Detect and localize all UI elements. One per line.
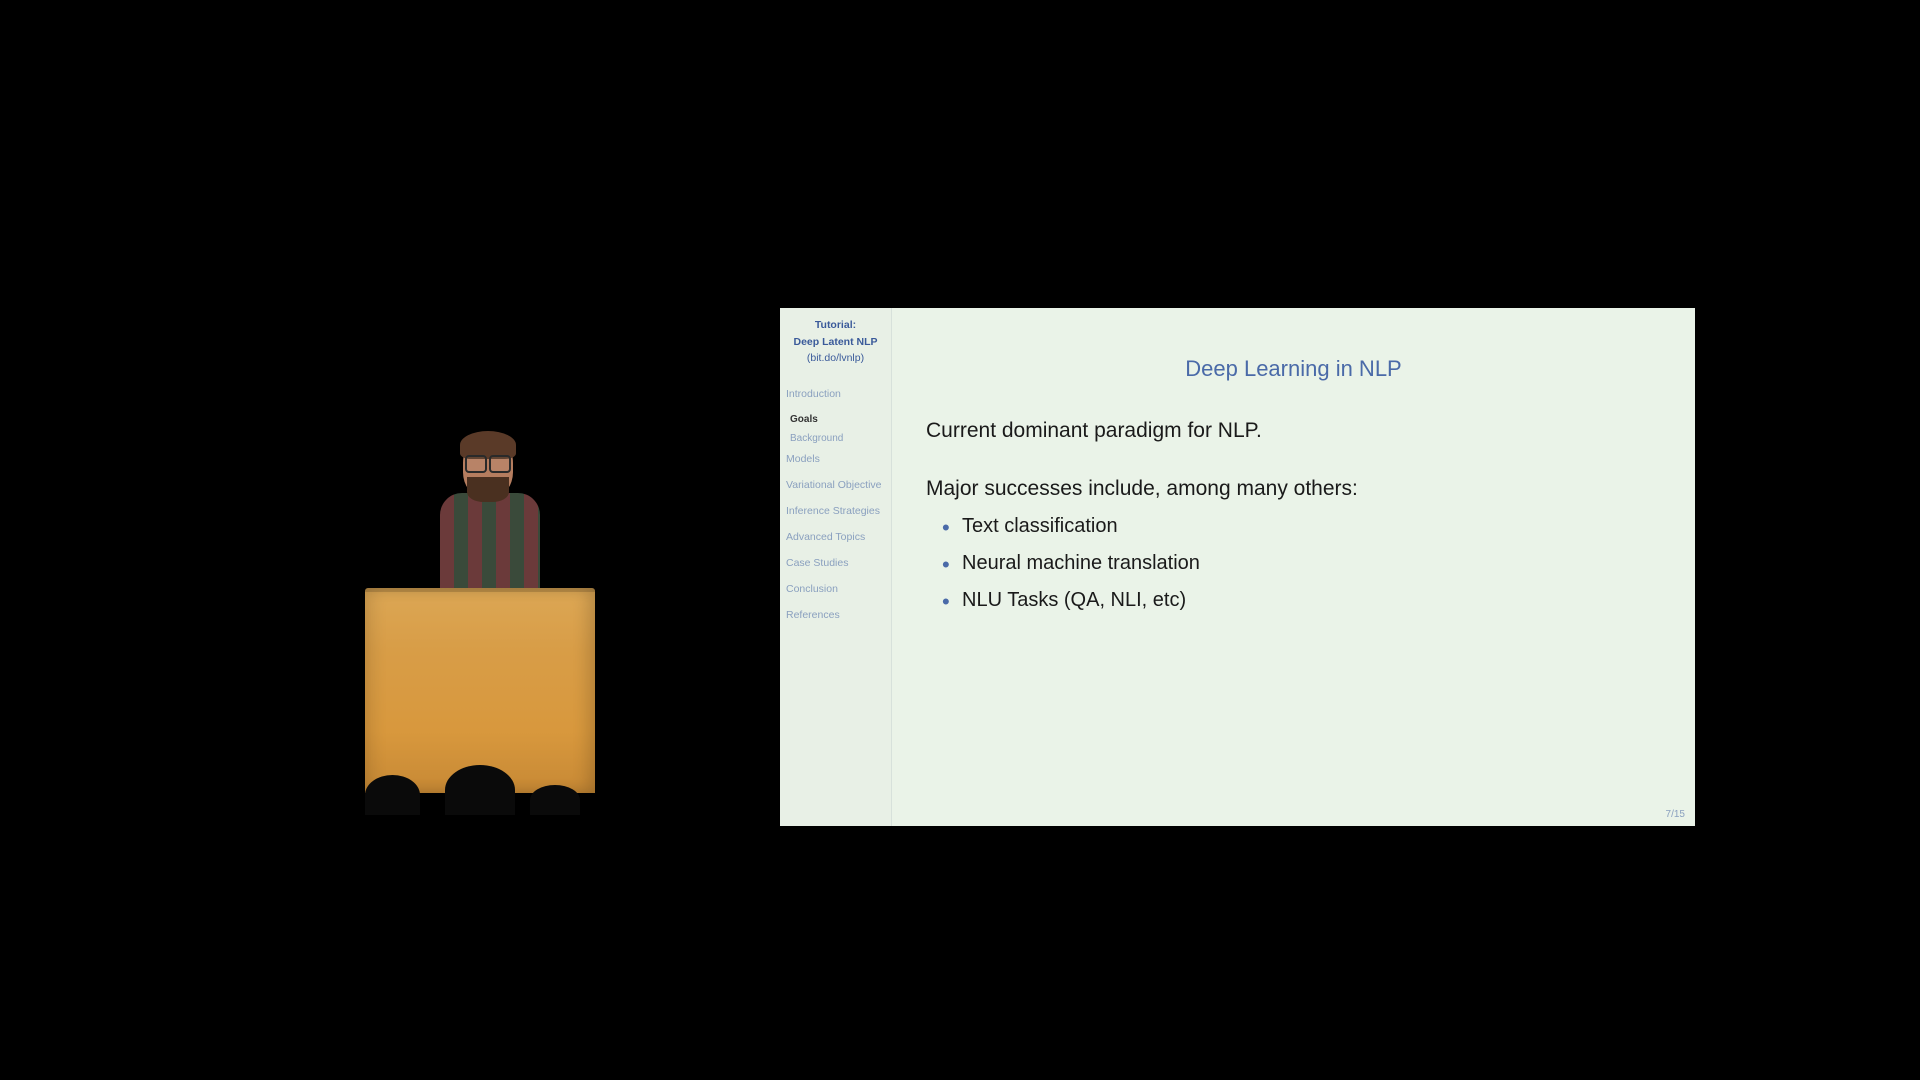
sidebar-title-line2: Deep Latent NLP bbox=[786, 335, 885, 349]
sidebar-title-line1: Tutorial: bbox=[786, 318, 885, 332]
sidebar-item-references: References bbox=[786, 609, 885, 622]
sidebar-url: (bit.do/lvnlp) bbox=[786, 351, 885, 365]
slide-bullet-list: Text classification Neural machine transl… bbox=[926, 515, 1661, 612]
slide-content-area: Deep Learning in NLP Current dominant pa… bbox=[892, 308, 1695, 826]
sidebar-item-advanced-topics: Advanced Topics bbox=[786, 531, 885, 544]
speaker-beard bbox=[467, 477, 509, 502]
sidebar-item-conclusion: Conclusion bbox=[786, 583, 885, 596]
sidebar-item-inference-strategies: Inference Strategies bbox=[786, 505, 885, 518]
slide-paragraph-1: Current dominant paradigm for NLP. bbox=[926, 416, 1661, 445]
sidebar-item-models: Models bbox=[786, 453, 885, 466]
slide-bullet-item: NLU Tasks (QA, NLI, etc) bbox=[962, 589, 1661, 612]
slide-bullet-item: Neural machine translation bbox=[962, 552, 1661, 575]
presentation-slide: Tutorial: Deep Latent NLP (bit.do/lvnlp)… bbox=[780, 308, 1695, 826]
speaker-figure bbox=[415, 435, 555, 600]
page-number: 7/15 bbox=[1666, 809, 1685, 820]
eyeglasses-icon bbox=[465, 455, 511, 469]
stage-area bbox=[355, 435, 600, 815]
audience-silhouette bbox=[355, 770, 615, 815]
sidebar-item-goals: Goals bbox=[790, 414, 885, 427]
sidebar-item-introduction: Introduction bbox=[786, 388, 885, 401]
slide-paragraph-2: Major successes include, among many othe… bbox=[926, 477, 1661, 501]
sidebar-item-case-studies: Case Studies bbox=[786, 557, 885, 570]
sidebar-item-background: Background bbox=[790, 433, 885, 446]
sidebar-item-variational-objective: Variational Objective bbox=[786, 479, 885, 492]
slide-title: Deep Learning in NLP bbox=[926, 356, 1661, 382]
slide-sidebar: Tutorial: Deep Latent NLP (bit.do/lvnlp)… bbox=[780, 308, 892, 826]
speaker-body bbox=[440, 493, 540, 603]
slide-bullet-item: Text classification bbox=[962, 515, 1661, 538]
podium bbox=[365, 588, 595, 793]
